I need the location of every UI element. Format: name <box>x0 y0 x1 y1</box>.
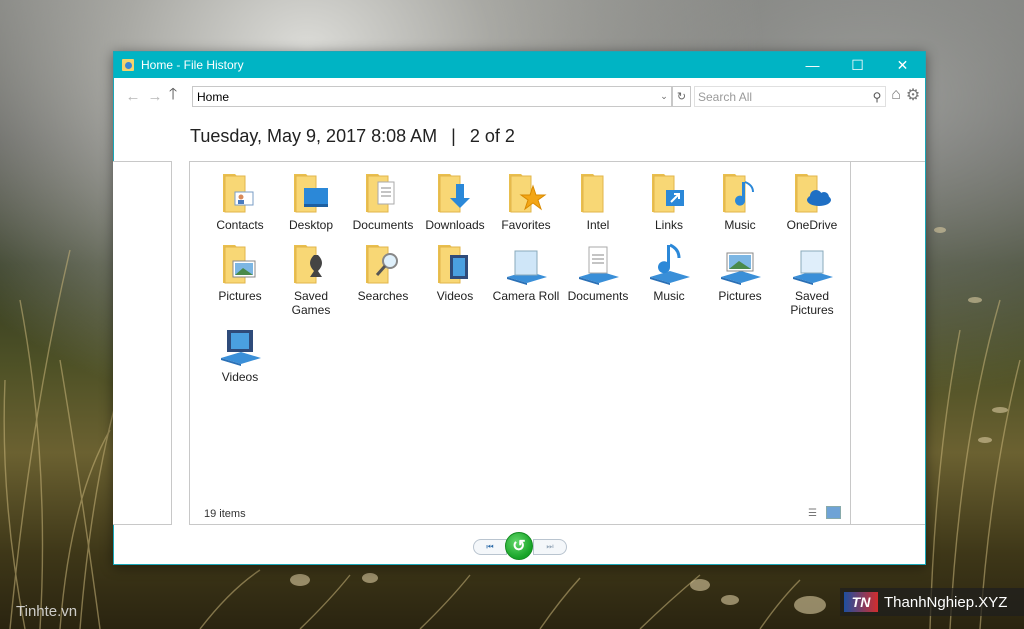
file-item-label: Pictures <box>718 289 762 303</box>
folder-desktop-icon <box>288 170 334 216</box>
maximize-button[interactable]: ☐ <box>835 52 880 78</box>
file-item-label: Documents <box>567 289 629 303</box>
file-item-label: Camera Roll <box>492 289 560 303</box>
file-item-label: Desktop <box>288 218 334 232</box>
folder-documents-icon <box>360 170 406 216</box>
file-item[interactable]: Pictures <box>205 241 275 303</box>
file-item-label: Favorites <box>501 218 551 232</box>
library-documents-icon <box>575 241 621 287</box>
file-item[interactable]: Videos <box>205 322 275 384</box>
file-item[interactable]: Music <box>705 170 775 232</box>
file-history-window: Home - File History — ☐ ✕ ← → 🡑 Home ⌄ ↻… <box>113 51 926 565</box>
file-item[interactable]: Documents <box>348 170 418 232</box>
file-item-label: Pictures <box>218 289 262 303</box>
folder-music-icon <box>717 170 763 216</box>
up-button[interactable]: 🡑 <box>166 83 180 110</box>
watermark-text: ThanhNghiep.XYZ <box>884 593 1008 611</box>
folder-links-icon <box>646 170 692 216</box>
minimize-button[interactable]: — <box>790 52 835 78</box>
file-item[interactable]: OneDrive <box>777 170 847 232</box>
watermark-left: Tinhte.vn <box>16 603 78 620</box>
file-list-pane: Contacts Desktop Documents Downloads Fav… <box>189 161 851 525</box>
folder-saved-games-icon <box>288 241 334 287</box>
file-item-label: Music <box>653 289 685 303</box>
library-videos-icon <box>217 322 263 368</box>
title-bar[interactable]: Home - File History — ☐ ✕ <box>114 52 925 78</box>
watermark-right: TN ThanhNghiep.XYZ <box>840 588 1024 616</box>
details-view-icon[interactable]: ☰ <box>808 508 821 519</box>
address-bar[interactable]: Home ⌄ <box>192 86 672 107</box>
restore-button[interactable]: ↺ <box>505 532 533 560</box>
header-separator: | <box>451 126 456 146</box>
file-item-label: OneDrive <box>786 218 838 232</box>
library-saved-pictures-icon <box>789 241 835 287</box>
file-item[interactable]: Searches <box>348 241 418 303</box>
file-item[interactable]: Intel <box>563 170 633 232</box>
file-item[interactable]: Saved Games <box>276 241 346 317</box>
backup-date-header: Tuesday, May 9, 2017 8:08 AM | 2 of 2 <box>190 126 515 147</box>
folder-pictures-icon <box>217 241 263 287</box>
file-item[interactable]: Camera Roll <box>491 241 561 303</box>
next-version-button[interactable]: ⏭ <box>533 539 567 555</box>
file-item-label: Downloads <box>425 218 485 232</box>
folder-icon <box>575 170 621 216</box>
file-item-label: Searches <box>357 289 409 303</box>
forward-button[interactable]: → <box>144 88 166 105</box>
window-title: Home - File History <box>141 58 244 72</box>
backup-date: Tuesday, May 9, 2017 8:08 AM <box>190 126 438 146</box>
folder-searches-icon <box>360 241 406 287</box>
library-music-icon <box>646 241 692 287</box>
search-box[interactable]: Search All ⚲ <box>694 86 886 107</box>
item-count: 19 items <box>204 508 246 520</box>
file-item-label: Videos <box>436 289 474 303</box>
playback-controls: ⏮ ↺ ⏭ <box>473 532 567 560</box>
navigation-bar: ← → 🡑 Home ⌄ ↻ Search All ⚲ ⌂ ⚙ <box>114 78 925 114</box>
search-input[interactable]: Search All <box>698 90 869 104</box>
library-pictures-icon <box>717 241 763 287</box>
previous-version-panel[interactable] <box>113 161 172 525</box>
close-button[interactable]: ✕ <box>880 52 925 78</box>
watermark-logo: TN <box>844 592 878 612</box>
version-position: 2 of 2 <box>469 126 515 146</box>
file-item[interactable]: Downloads <box>420 170 490 232</box>
file-item-label: Documents <box>352 218 414 232</box>
file-item[interactable]: Contacts <box>205 170 275 232</box>
file-item-label: Saved Pictures <box>790 289 834 317</box>
search-icon[interactable]: ⚲ <box>869 90 885 104</box>
file-item[interactable]: Pictures <box>705 241 775 303</box>
home-button[interactable]: ⌂ <box>888 86 904 104</box>
large-icons-view-icon[interactable] <box>826 506 841 519</box>
settings-button[interactable]: ⚙ <box>905 85 921 104</box>
address-text: Home <box>197 89 230 104</box>
file-item-label: Intel <box>586 218 610 232</box>
folder-videos-icon <box>432 241 478 287</box>
file-item-label: Videos <box>221 370 259 384</box>
folder-onedrive-icon <box>789 170 835 216</box>
back-button[interactable]: ← <box>122 88 144 105</box>
library-camera-roll-icon <box>503 241 549 287</box>
previous-version-button[interactable]: ⏮ <box>473 539 507 555</box>
file-item[interactable]: Videos <box>420 241 490 303</box>
file-item-label: Contacts <box>216 218 264 232</box>
file-item-label: Music <box>724 218 756 232</box>
folder-favorites-icon <box>503 170 549 216</box>
file-item-label: Links <box>654 218 683 232</box>
file-item[interactable]: Links <box>634 170 704 232</box>
file-history-app-icon <box>122 59 134 71</box>
file-item[interactable]: Music <box>634 241 704 303</box>
file-item[interactable]: Documents <box>563 241 633 303</box>
next-version-panel[interactable] <box>850 161 925 525</box>
chevron-down-icon[interactable]: ⌄ <box>657 88 671 105</box>
file-item-label: Saved Games <box>291 289 331 317</box>
file-item[interactable]: Saved Pictures <box>777 241 847 317</box>
folder-contacts-icon <box>217 170 263 216</box>
folder-downloads-icon <box>432 170 478 216</box>
file-item[interactable]: Favorites <box>491 170 561 232</box>
file-item[interactable]: Desktop <box>276 170 346 232</box>
refresh-button[interactable]: ↻ <box>672 86 691 107</box>
